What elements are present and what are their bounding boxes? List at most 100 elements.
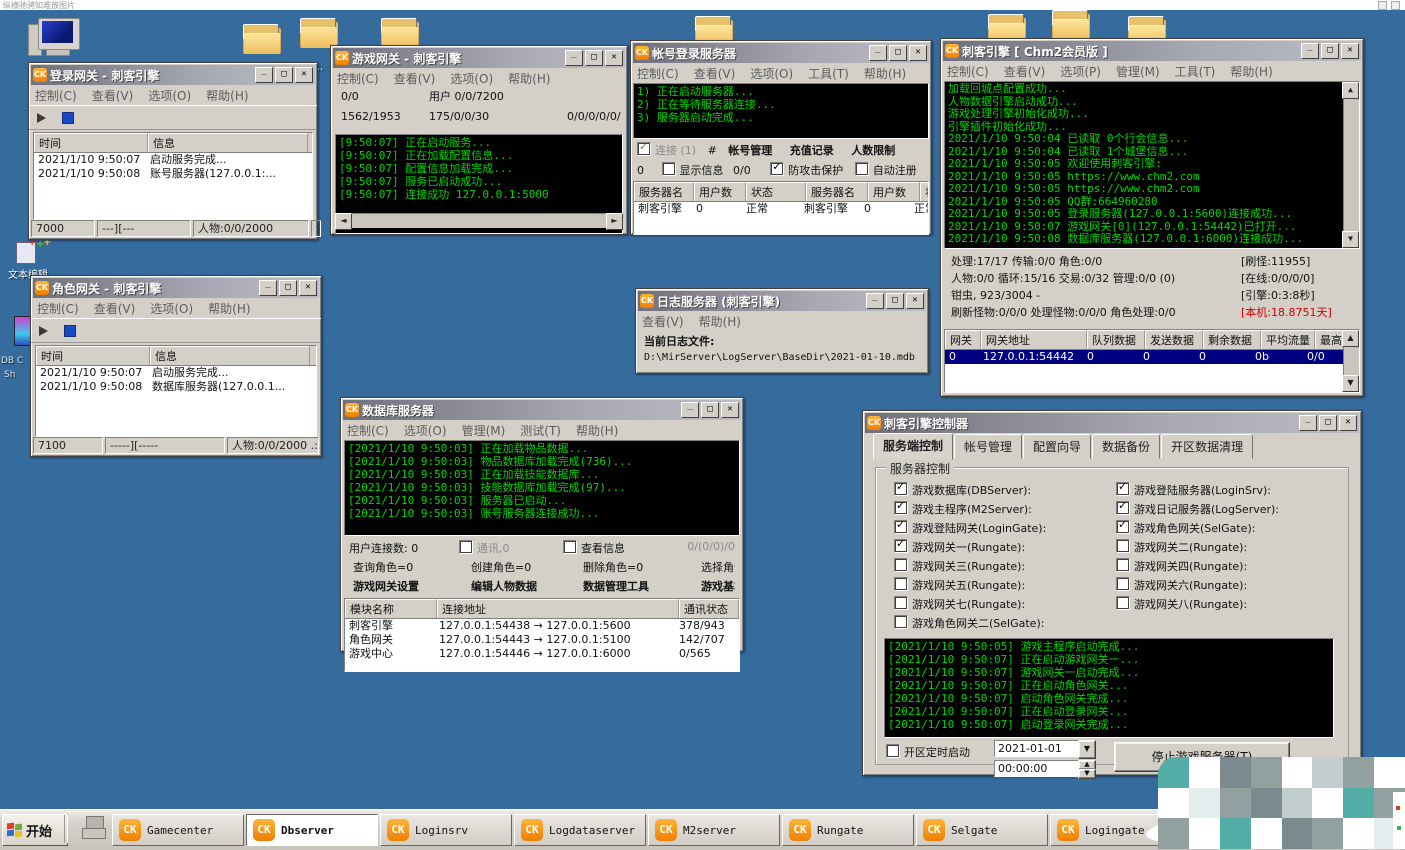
menu-item[interactable]: 帮助(H) [576,422,618,439]
table-row[interactable]: 2021/1/10 9:50:08账号服务器(127.0.0.1:... [34,167,312,181]
cell[interactable]: 127.0.0.1:54442 [979,350,1083,364]
checkbox[interactable] [1116,558,1130,572]
cell[interactable]: 0 [1083,350,1139,364]
menu-item[interactable]: 选项(P) [1060,63,1101,80]
server-checkbox-item[interactable]: 游戏数据库(DBServer): [894,482,1116,501]
checkbox[interactable] [1116,596,1130,610]
top-right-icon[interactable] [1391,1,1400,10]
titlebar[interactable]: 游戏网关 - 刺客引擎 [333,48,625,68]
taskbar-button-selgate[interactable]: Selgate [916,814,1048,846]
taskbar-button-logdataserver[interactable]: Logdataserver [514,814,646,846]
maximize-button[interactable] [701,402,719,418]
cell[interactable]: 0 [945,350,979,364]
recharge-link[interactable]: 充值记录 [790,144,834,157]
maximize-button[interactable] [1319,415,1337,431]
header-cell[interactable]: 用户数 [694,182,746,201]
menu-item[interactable]: 控制(C) [347,422,389,439]
cell[interactable]: 刺客引擎 [634,202,692,216]
view-info-checkbox[interactable] [563,540,577,554]
text-edit-icon[interactable]: +++ [16,240,46,264]
menu-item[interactable]: 查看(V) [1004,63,1046,80]
header-cell[interactable]: 信息 [148,133,308,152]
header-cell[interactable]: 通讯状态 [679,599,739,618]
server-checkbox-item[interactable]: 游戏登陆网关(LoginGate): [894,520,1116,539]
minimize-button[interactable] [681,402,699,418]
taskbar-button-loginsrv[interactable]: Loginsrv [380,814,512,846]
cell[interactable]: 0 [860,202,910,216]
cell[interactable]: 正常 [742,202,800,216]
comm-checkbox[interactable] [459,540,473,554]
titlebar[interactable]: 帐号登录服务器 [633,43,929,63]
minimize-button[interactable] [255,67,273,83]
menu-item[interactable]: 选项(O) [750,65,793,82]
close-button[interactable] [1339,415,1357,431]
titlebar[interactable]: 刺客引擎控制器 [865,413,1359,433]
start-icon[interactable] [39,326,48,336]
minimize-button[interactable] [869,45,887,61]
connect-checkbox[interactable] [637,142,651,156]
table-row[interactable]: 刺客引擎127.0.0.1:54438 → 127.0.0.1:5600378/… [345,619,739,633]
close-button[interactable] [721,402,739,418]
tab-item[interactable]: 配置向导 [1023,434,1091,459]
maximize-button[interactable] [1321,43,1339,59]
list-header[interactable]: 服务器名用户数状态服务器名用户数状态 [634,182,928,202]
close-button[interactable] [906,293,924,309]
anti-attack-checkbox[interactable] [770,162,784,176]
tab-item[interactable]: 帐号管理 [954,434,1022,459]
cell[interactable]: 正常 [910,202,928,216]
table-row[interactable]: 角色网关127.0.0.1:54443 → 127.0.0.1:5100142/… [345,633,739,647]
menu-item[interactable]: 测试(T) [520,422,561,439]
vertical-scrollbar[interactable]: ▲▼ [1343,330,1359,392]
tab-item[interactable]: 开区数据清理 [1161,434,1253,459]
list-header[interactable]: 模块名称连接地址通讯状态 [345,599,739,619]
cell[interactable]: 数据管理工具 [579,580,697,594]
cell[interactable]: 0 [1195,350,1251,364]
header-cell[interactable]: 时间 [36,346,150,365]
header-cell[interactable]: 时间 [34,133,148,152]
header-cell[interactable]: 状态 [746,182,806,201]
cell[interactable]: 游戏基本设置 [697,580,735,594]
header-cell[interactable]: 服务器名 [634,182,694,201]
tab-item[interactable]: 数据备份 [1092,434,1160,459]
cell[interactable]: 刺客引擎 [800,202,860,216]
checkbox[interactable] [1116,539,1130,553]
close-button[interactable] [295,67,313,83]
titlebar[interactable]: 日志服务器 (刺客引擎) [638,291,926,311]
table-row[interactable]: 游戏中心127.0.0.1:54446 → 127.0.0.1:60000/56… [345,647,739,661]
checkbox[interactable] [894,558,908,572]
folder-icon[interactable] [243,24,281,54]
table-row[interactable]: 2021/1/10 9:50:07启动服务完成... [36,366,316,380]
checkbox[interactable] [894,615,908,629]
server-checkbox-item[interactable]: 游戏角色网关二(SelGate): [894,615,1116,634]
header-cell[interactable]: 网关 [945,330,981,349]
start-icon[interactable] [37,113,46,123]
titlebar[interactable]: 角色网关 - 刺客引擎 [33,278,319,298]
menu-item[interactable]: 控制(C) [637,65,679,82]
folder-icon[interactable] [381,18,419,48]
menu-item[interactable]: 帮助(H) [208,300,250,317]
my-computer-icon[interactable] [28,18,84,68]
menu-item[interactable]: 查看(V) [94,300,136,317]
menu-item[interactable]: 查看(V) [642,313,684,330]
menu-item[interactable]: 帮助(H) [508,70,550,87]
server-checkbox-item[interactable]: 游戏网关五(Rungate): [894,577,1116,596]
checkbox[interactable] [894,596,908,610]
close-button[interactable] [299,280,317,296]
checkbox[interactable] [894,539,908,553]
menu-item[interactable]: 查看(V) [92,87,134,104]
checkbox[interactable] [894,501,908,515]
menu-item[interactable]: 查看(V) [694,65,736,82]
table-row[interactable]: 2021/1/10 9:50:08数据库服务器(127.0.0.1... [36,380,316,394]
maximize-button[interactable] [585,50,603,66]
checkbox[interactable] [894,482,908,496]
cell[interactable]: 0 [692,202,742,216]
close-button[interactable] [1341,43,1359,59]
minimize-button[interactable] [1299,415,1317,431]
header-cell[interactable]: 发送数据 [1145,330,1203,349]
checkbox[interactable] [894,520,908,534]
folder-icon[interactable] [1052,10,1090,40]
date-dropdown-button[interactable]: ▼ [1078,740,1096,759]
table-row[interactable]: 刺客引擎0正常刺客引擎0正常 [634,202,928,216]
taskbar-button-m2server[interactable]: M2server [648,814,780,846]
menu-item[interactable]: 查看(V) [394,70,436,87]
